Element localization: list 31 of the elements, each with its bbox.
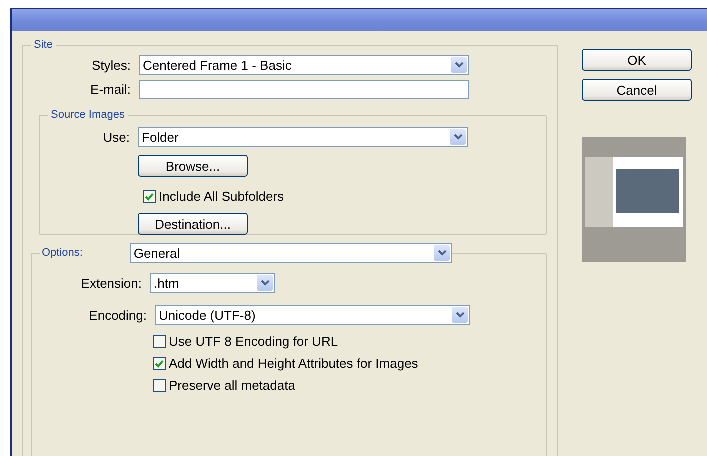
- checkbox[interactable]: Preserve all metadata: [153, 378, 296, 393]
- dropdown-field[interactable]: Unicode (UTF-8): [155, 305, 470, 325]
- group-label: Site: [33, 39, 54, 51]
- field-label: Styles:: [90, 58, 132, 72]
- dropdown-caret-icon: [454, 134, 462, 140]
- group-label: Options:: [42, 247, 84, 259]
- field-label: E-mail:: [90, 82, 132, 97]
- dropdown-field[interactable]: .htm: [150, 273, 275, 293]
- dropdown-field[interactable]: Centered Frame 1 - Basic: [139, 55, 469, 75]
- checkbox[interactable]: Add Width and Height Attributes for Images: [153, 356, 418, 371]
- dropdown-caret-icon: [456, 312, 464, 318]
- field-label: Use:: [102, 130, 131, 144]
- dropdown-caret-icon: [438, 250, 446, 256]
- dropdown-field[interactable]: Folder: [138, 127, 468, 147]
- dropdown-caret-icon: [260, 280, 270, 286]
- thumbnail-sidebar: [585, 157, 613, 227]
- dialog-button[interactable]: OK: [582, 49, 692, 71]
- browse-button[interactable]: Browse...: [138, 155, 248, 177]
- dialog-button[interactable]: Cancel: [582, 79, 692, 101]
- checkmark-icon: [145, 192, 154, 200]
- field-label: Encoding:: [88, 308, 148, 322]
- destination-button[interactable]: Destination...: [138, 213, 248, 235]
- email-field[interactable]: [139, 80, 469, 99]
- dropdown-field[interactable]: General: [130, 243, 452, 263]
- checkbox[interactable]: Include All Subfolders: [143, 189, 284, 204]
- checkmark-icon: [155, 360, 164, 368]
- group-label: Source Images: [50, 109, 126, 121]
- photo-placeholder: [616, 169, 679, 213]
- dropdown-caret-icon: [454, 62, 464, 68]
- field-label: Extension:: [80, 276, 143, 290]
- checkbox[interactable]: Use UTF 8 Encoding for URL: [153, 334, 338, 349]
